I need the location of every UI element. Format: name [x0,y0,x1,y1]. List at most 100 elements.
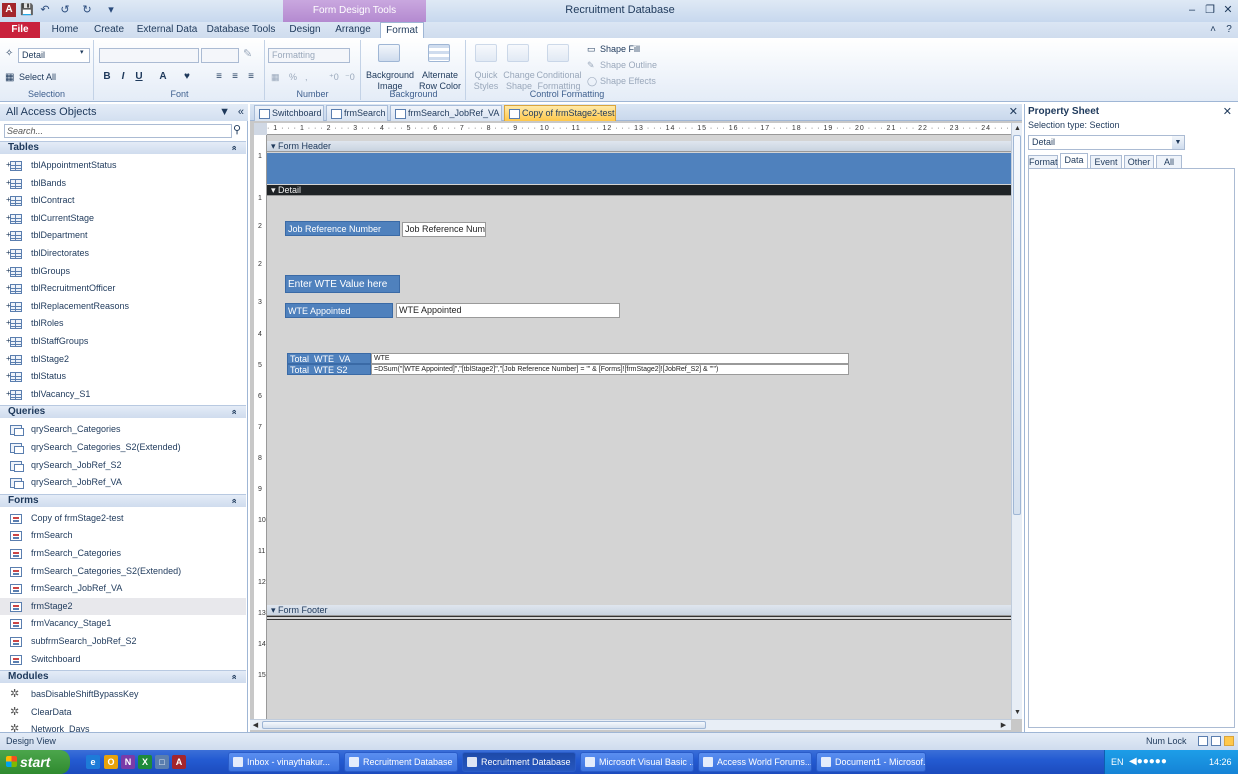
close-document-icon[interactable]: ✕ [1009,105,1018,118]
wte-appointed-textbox[interactable]: WTE Appointed [396,303,620,318]
ie-quicklaunch-icon[interactable]: e [86,755,100,769]
italic-button[interactable]: I [117,71,129,83]
nav-item[interactable]: tblStaffGroups [0,332,246,351]
detail-section-bar[interactable]: ▾ Detail [267,185,1011,196]
nav-group-tables[interactable]: Tables » [0,141,246,154]
nav-item[interactable]: frmStage2 [0,597,246,616]
layout-view-icon[interactable] [1211,736,1221,746]
format-painter-icon[interactable]: ✎ [243,47,252,60]
property-object-select[interactable]: Detail [1028,135,1185,150]
percent-icon[interactable]: % [289,72,297,83]
nav-menu-icon[interactable]: ▼ [219,104,230,121]
object-combo-arrow-icon[interactable]: ▾ [80,48,84,56]
horizontal-scrollbar[interactable]: ◀ ▶ [250,719,1011,730]
nav-item[interactable]: tblContract [0,191,246,210]
nav-item[interactable]: qrySearch_JobRef_S2 [0,457,246,475]
ps-tab-event[interactable]: Event [1090,155,1122,169]
nav-item[interactable]: tblStage2 [0,350,246,369]
nav-item[interactable]: qrySearch_Categories [0,421,246,439]
explorer-quicklaunch-icon[interactable]: □ [155,755,169,769]
align-left-icon[interactable]: ≡ [213,71,225,83]
tray-icons[interactable]: ◀●●●●● [1129,750,1167,774]
close-window-button[interactable]: ✕ [1220,3,1236,17]
decrease-decimal-icon[interactable]: ⁻0 [345,72,355,83]
vertical-scroll-thumb[interactable] [1013,135,1021,515]
job-reference-label[interactable]: Job Reference Number [285,221,400,236]
font-color-button[interactable]: A [157,71,169,83]
tab-format[interactable]: Format [380,22,424,38]
excel-quicklaunch-icon[interactable]: X [138,755,152,769]
nav-item[interactable]: frmSearch_JobRef_VA [0,580,246,598]
tab-home[interactable]: Home [48,22,82,38]
nav-item[interactable]: tblRecruitmentOfficer [0,279,246,298]
minimize-button[interactable]: – [1184,3,1200,17]
help-icon[interactable]: ? [1222,22,1236,38]
doc-tab-frmsearch[interactable]: frmSearch [326,105,388,121]
nav-item[interactable]: frmSearch_Categories_S2(Extended) [0,563,246,581]
nav-item[interactable]: tblGroups [0,262,246,281]
bold-button[interactable]: B [101,71,113,83]
total-wte-s2-textbox[interactable]: =DSum("[WTE Appointed]","[tblStage2]","[… [371,364,849,375]
tab-arrange[interactable]: Arrange [332,22,374,38]
task-vba[interactable]: Microsoft Visual Basic ... [580,752,694,772]
access-quicklaunch-icon[interactable]: A [172,755,186,769]
nav-group-forms[interactable]: Forms » [0,493,246,507]
nav-item[interactable]: tblRoles [0,314,246,333]
ps-tab-format[interactable]: Format [1028,155,1058,169]
nav-item[interactable]: frmSearch [0,527,246,545]
chevron-up-icon[interactable]: » [227,410,239,415]
outlook-quicklaunch-icon[interactable]: O [104,755,118,769]
total-wte-s2-label[interactable]: Total_WTE S2 [287,364,371,375]
ps-tab-all[interactable]: All [1156,155,1182,169]
form-design-surface[interactable]: ▾ Form Header ▾ Detail Job Reference Num… [267,135,1011,719]
design-view-icon[interactable] [1224,736,1234,746]
conditional-formatting-icon[interactable] [547,44,569,62]
property-sheet-close-icon[interactable]: ✕ [1223,105,1232,118]
form-header-body[interactable] [267,153,1011,184]
align-center-icon[interactable]: ≡ [229,71,241,83]
ribbon-minimize-icon[interactable]: ˄ [1206,22,1220,38]
font-size-combo[interactable] [201,48,239,63]
qat-customize-icon[interactable]: ▾ [104,3,118,17]
background-image-icon[interactable] [378,44,400,62]
nav-item[interactable]: tblDepartment [0,226,246,245]
scroll-down-icon[interactable]: ▼ [1012,707,1023,718]
undo-arrow-icon[interactable]: ↶ [38,3,52,17]
vertical-ruler[interactable]: 1 1 2 2 3 4 5 6 7 8 9 10 11 12 13 14 15 [254,135,267,719]
task-recruitment-db-folder[interactable]: Recruitment Database [344,752,458,772]
task-recruitment-db-access[interactable]: Recruitment Database [462,752,576,772]
start-button[interactable]: start [0,750,70,774]
chevron-up-icon[interactable]: » [227,498,239,503]
property-sheet-body[interactable] [1028,168,1235,728]
scroll-left-icon[interactable]: ◀ [250,720,261,731]
total-wte-va-label[interactable]: Total_WTE_VA [287,353,371,364]
nav-item[interactable]: basDisableShiftBypassKey [0,686,246,704]
undo-icon[interactable]: ↺ [58,3,72,17]
restore-button[interactable]: ❐ [1202,3,1218,17]
doc-tab-frmsearch-jobref-va[interactable]: frmSearch_JobRef_VA [390,105,502,121]
nav-item[interactable]: Copy of frmStage2-test [0,510,246,528]
property-select-arrow-icon[interactable]: ▼ [1172,136,1184,149]
chevron-up-icon[interactable]: » [227,145,239,150]
nav-pane-header[interactable]: All Access Objects ▼ « [0,104,248,121]
nav-collapse-icon[interactable]: « [238,104,244,121]
number-format-combo[interactable]: Formatting [268,48,350,63]
ruler-corner[interactable] [254,123,267,135]
nav-group-queries[interactable]: Queries » [0,405,246,419]
nav-item[interactable]: ClearData [0,704,246,722]
detail-section-body[interactable]: Job Reference Number Job Reference Numb … [267,197,1011,602]
alternate-row-color-icon[interactable] [428,44,450,62]
shape-effects-button[interactable]: Shape Effects [600,76,656,87]
total-wte-va-textbox[interactable]: WTE [371,353,849,364]
scroll-right-icon[interactable]: ▶ [998,720,1009,731]
job-reference-textbox[interactable]: Job Reference Numb [402,222,486,237]
enter-wte-label[interactable]: Enter WTE Value here [285,275,400,293]
nav-item[interactable]: tblDirectorates [0,244,246,263]
tab-file[interactable]: File [0,22,40,38]
nav-item[interactable]: Switchboard [0,651,246,669]
onenote-quicklaunch-icon[interactable]: N [121,755,135,769]
change-shape-icon[interactable] [507,44,529,62]
nav-item[interactable]: tblStatus [0,367,246,386]
currency-icon[interactable]: ▦ [271,72,280,83]
nav-item[interactable]: frmSearch_Categories [0,545,246,563]
